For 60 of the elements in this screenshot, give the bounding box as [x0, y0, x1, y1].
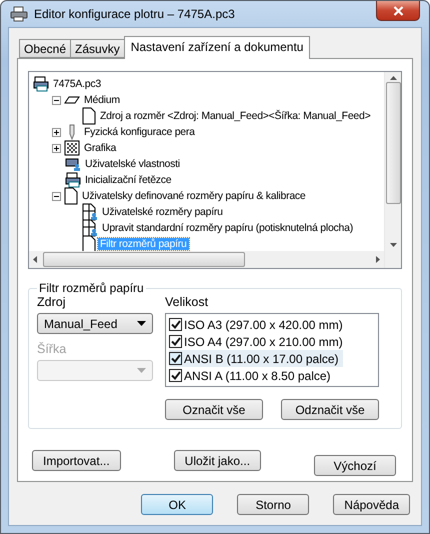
- tree-item[interactable]: Uživatelsky definované rozměry papíru & kalibrace: [80, 190, 308, 202]
- field-label: Zdroj: [37, 295, 66, 309]
- dropdown-arrow-icon: [137, 321, 146, 326]
- page-icon: [82, 235, 96, 251]
- scroll-up-icon[interactable]: [390, 76, 396, 80]
- list-item[interactable]: ANSI A (11.00 x 8.50 palce): [169, 367, 335, 384]
- tree-item[interactable]: Fyzická konfigurace pera: [82, 126, 197, 138]
- ok-button[interactable]: OK: [141, 494, 214, 515]
- field-label: Šířka: [37, 342, 68, 356]
- scroll-left-icon[interactable]: [33, 256, 37, 263]
- tree-item[interactable]: Inicializační řetězce: [83, 174, 174, 186]
- tab[interactable]: Nastavení zařízení a dokumentu: [124, 36, 310, 59]
- import-button[interactable]: Importovat...: [32, 450, 121, 471]
- list-item[interactable]: ISO A3 (297.00 x 420.00 mm): [169, 316, 347, 333]
- tree-item[interactable]: Upravit standardní rozměry papíru (potisknutelná plocha): [100, 222, 355, 234]
- printer-icon: [10, 6, 28, 22]
- save-as-button[interactable]: Uložit jako...: [174, 450, 262, 471]
- dropdown-arrow-icon: [137, 368, 146, 373]
- scroll-right-icon[interactable]: [376, 256, 380, 263]
- source-dropdown[interactable]: Manual_Feed: [37, 313, 153, 334]
- vertical-scrollbar[interactable]: [384, 72, 401, 251]
- expand-toggle[interactable]: [52, 144, 61, 152]
- plotter-user-icon: [65, 156, 81, 172]
- default-button[interactable]: Výchozí: [314, 455, 396, 476]
- tab[interactable]: Obecné: [19, 39, 72, 58]
- close-button[interactable]: [376, 1, 420, 21]
- page-user-icon: [82, 219, 98, 237]
- tree-item[interactable]: Zdroj a rozměr <Zdroj: Manual_Feed><Šířka: Manual_Feed>: [98, 110, 372, 122]
- deselect-all-button[interactable]: Odznačit vše: [281, 399, 379, 420]
- list-item[interactable]: ISO A4 (297.00 x 210.00 mm): [169, 333, 347, 350]
- scrollbar-corner: [384, 251, 401, 268]
- list-item[interactable]: ANSI B (11.00 x 17.00 palce): [169, 350, 343, 367]
- close-icon: [392, 6, 404, 16]
- tree-item[interactable]: Médium: [82, 94, 122, 106]
- plotter-icon: [65, 172, 81, 188]
- tree-item[interactable]: Uživatelské rozměry papíru: [100, 206, 225, 218]
- page-icon: [64, 187, 78, 205]
- tab[interactable]: Zásuvky: [70, 39, 125, 58]
- page-icon: [82, 107, 96, 125]
- field-label: Velikost: [165, 295, 210, 309]
- plotter-icon: [33, 76, 49, 92]
- help-button[interactable]: Nápověda: [333, 494, 410, 515]
- tree-item[interactable]: 7475A.pc3: [51, 78, 103, 90]
- checkbox[interactable]: [169, 369, 182, 382]
- page-user-icon: [82, 203, 98, 221]
- scroll-down-icon[interactable]: [390, 243, 396, 247]
- checkbox[interactable]: [169, 352, 182, 365]
- checkbox[interactable]: [169, 335, 182, 348]
- window-title: Editor konfigurace plotru – 7475A.pc3: [34, 7, 235, 21]
- horizontal-scrollbar[interactable]: [29, 251, 384, 268]
- group-title: Filtr rozměrů papíru: [38, 281, 145, 295]
- tree-item[interactable]: Uživatelské vlastnosti: [83, 158, 182, 170]
- collapse-toggle[interactable]: [52, 96, 61, 104]
- cancel-button[interactable]: Storno: [237, 494, 310, 515]
- collapse-toggle[interactable]: [52, 192, 61, 200]
- checker-icon: [64, 140, 80, 156]
- tree-item[interactable]: Grafika: [82, 142, 118, 154]
- checkbox[interactable]: [169, 318, 182, 331]
- expand-toggle[interactable]: [52, 128, 61, 136]
- select-all-button[interactable]: Označit vše: [165, 399, 263, 420]
